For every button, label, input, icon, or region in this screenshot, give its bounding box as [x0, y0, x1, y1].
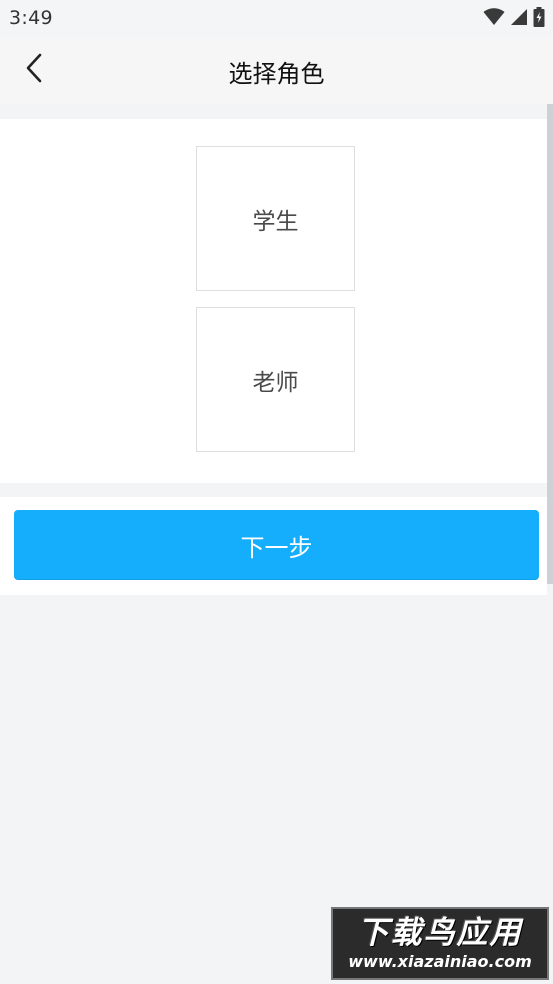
app-header: 选择角色 — [0, 38, 553, 104]
status-time: 3:49 — [9, 7, 53, 29]
page-title: 选择角色 — [228, 60, 325, 88]
role-student-card[interactable]: 学生 — [196, 146, 355, 291]
scrollbar[interactable] — [547, 104, 553, 584]
role-teacher-label: 老师 — [252, 369, 299, 396]
role-teacher-card[interactable]: 老师 — [196, 307, 355, 452]
status-icons — [483, 7, 545, 31]
status-bar: 3:49 — [0, 0, 553, 38]
watermark-logo: 下载鸟应用 www.xiazainiao.com — [331, 907, 549, 980]
watermark-url: www.xiazainiao.com — [348, 951, 532, 971]
role-student-label: 学生 — [252, 208, 299, 235]
battery-charging-icon — [533, 7, 545, 31]
role-panel: 学生 老师 — [0, 119, 547, 483]
button-panel: 下一步 — [0, 497, 547, 595]
signal-icon — [511, 8, 527, 30]
watermark-title: 下载鸟应用 — [357, 914, 523, 951]
wifi-icon — [483, 8, 505, 30]
next-step-button[interactable]: 下一步 — [14, 510, 539, 580]
